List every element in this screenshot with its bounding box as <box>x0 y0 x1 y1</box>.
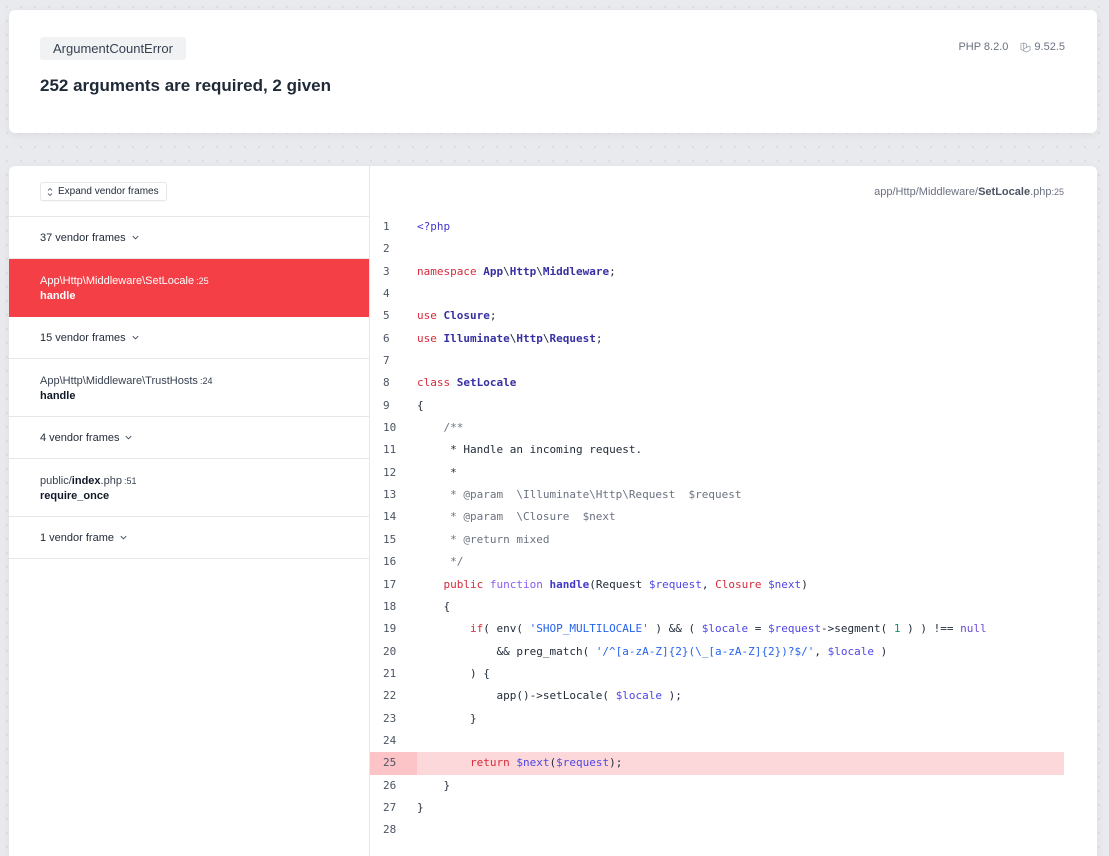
laravel-version-text: 9.52.5 <box>1034 41 1065 53</box>
vendor-frames-toggle[interactable]: 15 vendor frames <box>9 317 369 359</box>
code-line: 1 <?php <box>383 220 451 233</box>
chevron-down-icon <box>132 335 139 340</box>
code-line: 16 */ <box>383 555 464 569</box>
code-viewer: app/Http/Middleware/SetLocale.php:25 1 <?… <box>370 166 1097 856</box>
code-line: 27} <box>383 800 424 814</box>
code-line: 6 use Illuminate\Http\Request; <box>383 331 603 345</box>
chevron-up-down-icon <box>47 187 53 196</box>
code-line: 15 * @return mixed <box>383 532 550 546</box>
stack-trace-panel: Expand vendor frames 37 vendor frames Ap… <box>9 166 1097 856</box>
frame-ext: .php <box>100 475 122 487</box>
chevron-down-icon <box>125 435 133 440</box>
code-line: 22 app()->setLocale( $locale ); <box>383 689 682 703</box>
code-line: 5 use Closure; <box>383 309 497 323</box>
frames-list: Expand vendor frames 37 vendor frames Ap… <box>9 166 370 856</box>
versions: PHP 8.2.0 9.52.5 <box>958 41 1065 53</box>
frame-path: App\Http\Middleware\TrustHosts:24 <box>40 374 369 388</box>
code-line: 23 } <box>383 711 477 725</box>
frame-line: :24 <box>199 376 213 386</box>
vendor-frames-label: 4 vendor frames <box>40 431 120 444</box>
code-line: 8 class SetLocale <box>383 376 517 390</box>
file-path[interactable]: app/Http/Middleware/SetLocale.php:25 <box>874 186 1064 198</box>
code-block: 1 <?php 2 3 namespace App\Http\Middleware;… <box>370 216 1064 842</box>
vendor-frames-toggle[interactable]: 1 vendor frame <box>9 517 369 559</box>
frame-path: public/index.php:51 <box>40 474 369 488</box>
frame-file: index <box>71 475 101 487</box>
frame-class: App\Http\Middleware\TrustHosts <box>40 375 198 387</box>
code-line: 9{ <box>383 398 424 412</box>
file-name: SetLocale <box>978 186 1031 198</box>
frame-path-prefix: public/ <box>40 475 72 487</box>
vendor-frames-label: 1 vendor frame <box>40 531 114 544</box>
frame-method: handle <box>40 290 76 302</box>
code-line: 12 * <box>383 465 457 479</box>
exception-header: ArgumentCountError 252 arguments are req… <box>9 10 1097 133</box>
code-line: 18 { <box>383 599 451 613</box>
frame-class: App\Http\Middleware\SetLocale <box>40 275 195 287</box>
code-line: 13 * @param \Illuminate\Http\Request $re… <box>383 488 742 502</box>
file-line: :25 <box>1051 187 1064 197</box>
chevron-down-icon <box>132 235 139 240</box>
code-line: 4 <box>383 287 390 301</box>
expand-vendor-frames-label: Expand vendor frames <box>58 186 159 197</box>
code-line: 20 && preg_match( '/^[a-zA-Z]{2}(\_[a-zA… <box>383 644 888 658</box>
code-line: 28 <box>383 823 397 837</box>
code-line: 17 public function handle(Request $reque… <box>383 577 808 591</box>
frame-item-trusthosts[interactable]: App\Http\Middleware\TrustHosts:24 handle <box>9 359 369 417</box>
code-line: 14 * @param \Closure $next <box>383 510 616 524</box>
frame-item-index[interactable]: public/index.php:51 require_once <box>9 459 369 517</box>
code-line: 19 if( env( 'SHOP_MULTILOCALE' ) && ( $l… <box>383 622 987 636</box>
frame-method: require_once <box>40 490 110 502</box>
code-line: 10 /** <box>383 421 464 435</box>
code-line: 26 } <box>383 778 451 792</box>
code-line: 2 <box>383 242 390 256</box>
code-line: 21 ) { <box>383 666 490 680</box>
expand-row: Expand vendor frames <box>9 166 369 217</box>
code-line: 3 namespace App\Http\Middleware; <box>383 264 616 278</box>
file-dir: app/Http/Middleware/ <box>874 186 979 198</box>
code-line: 11 * Handle an incoming request. <box>383 443 643 457</box>
frame-item-setlocale[interactable]: App\Http\Middleware\SetLocale:25 handle <box>9 259 369 317</box>
vendor-frames-label: 37 vendor frames <box>40 231 126 244</box>
frame-line: :25 <box>196 276 209 286</box>
vendor-frames-toggle[interactable]: 37 vendor frames <box>9 217 369 259</box>
code-line: 7 <box>383 354 390 368</box>
laravel-version: 9.52.5 <box>1020 41 1065 53</box>
chevron-down-icon <box>120 535 127 540</box>
frame-method: handle <box>40 390 76 402</box>
file-ext: .php <box>1030 186 1052 198</box>
code-line-highlighted: 25 return $next($request); <box>370 752 1064 775</box>
exception-message: 252 arguments are required, 2 given <box>40 76 332 95</box>
exception-class-badge: ArgumentCountError <box>40 37 186 60</box>
frame-path: App\Http\Middleware\SetLocale:25 <box>40 274 369 288</box>
php-version: PHP 8.2.0 <box>958 41 1009 53</box>
vendor-frames-toggle[interactable]: 4 vendor frames <box>9 417 369 459</box>
code-line: 24 <box>383 733 397 747</box>
vendor-frames-label: 15 vendor frames <box>40 331 126 344</box>
expand-vendor-frames-button[interactable]: Expand vendor frames <box>40 182 167 201</box>
frame-line: :51 <box>123 476 137 486</box>
laravel-logo-icon <box>1020 41 1031 53</box>
